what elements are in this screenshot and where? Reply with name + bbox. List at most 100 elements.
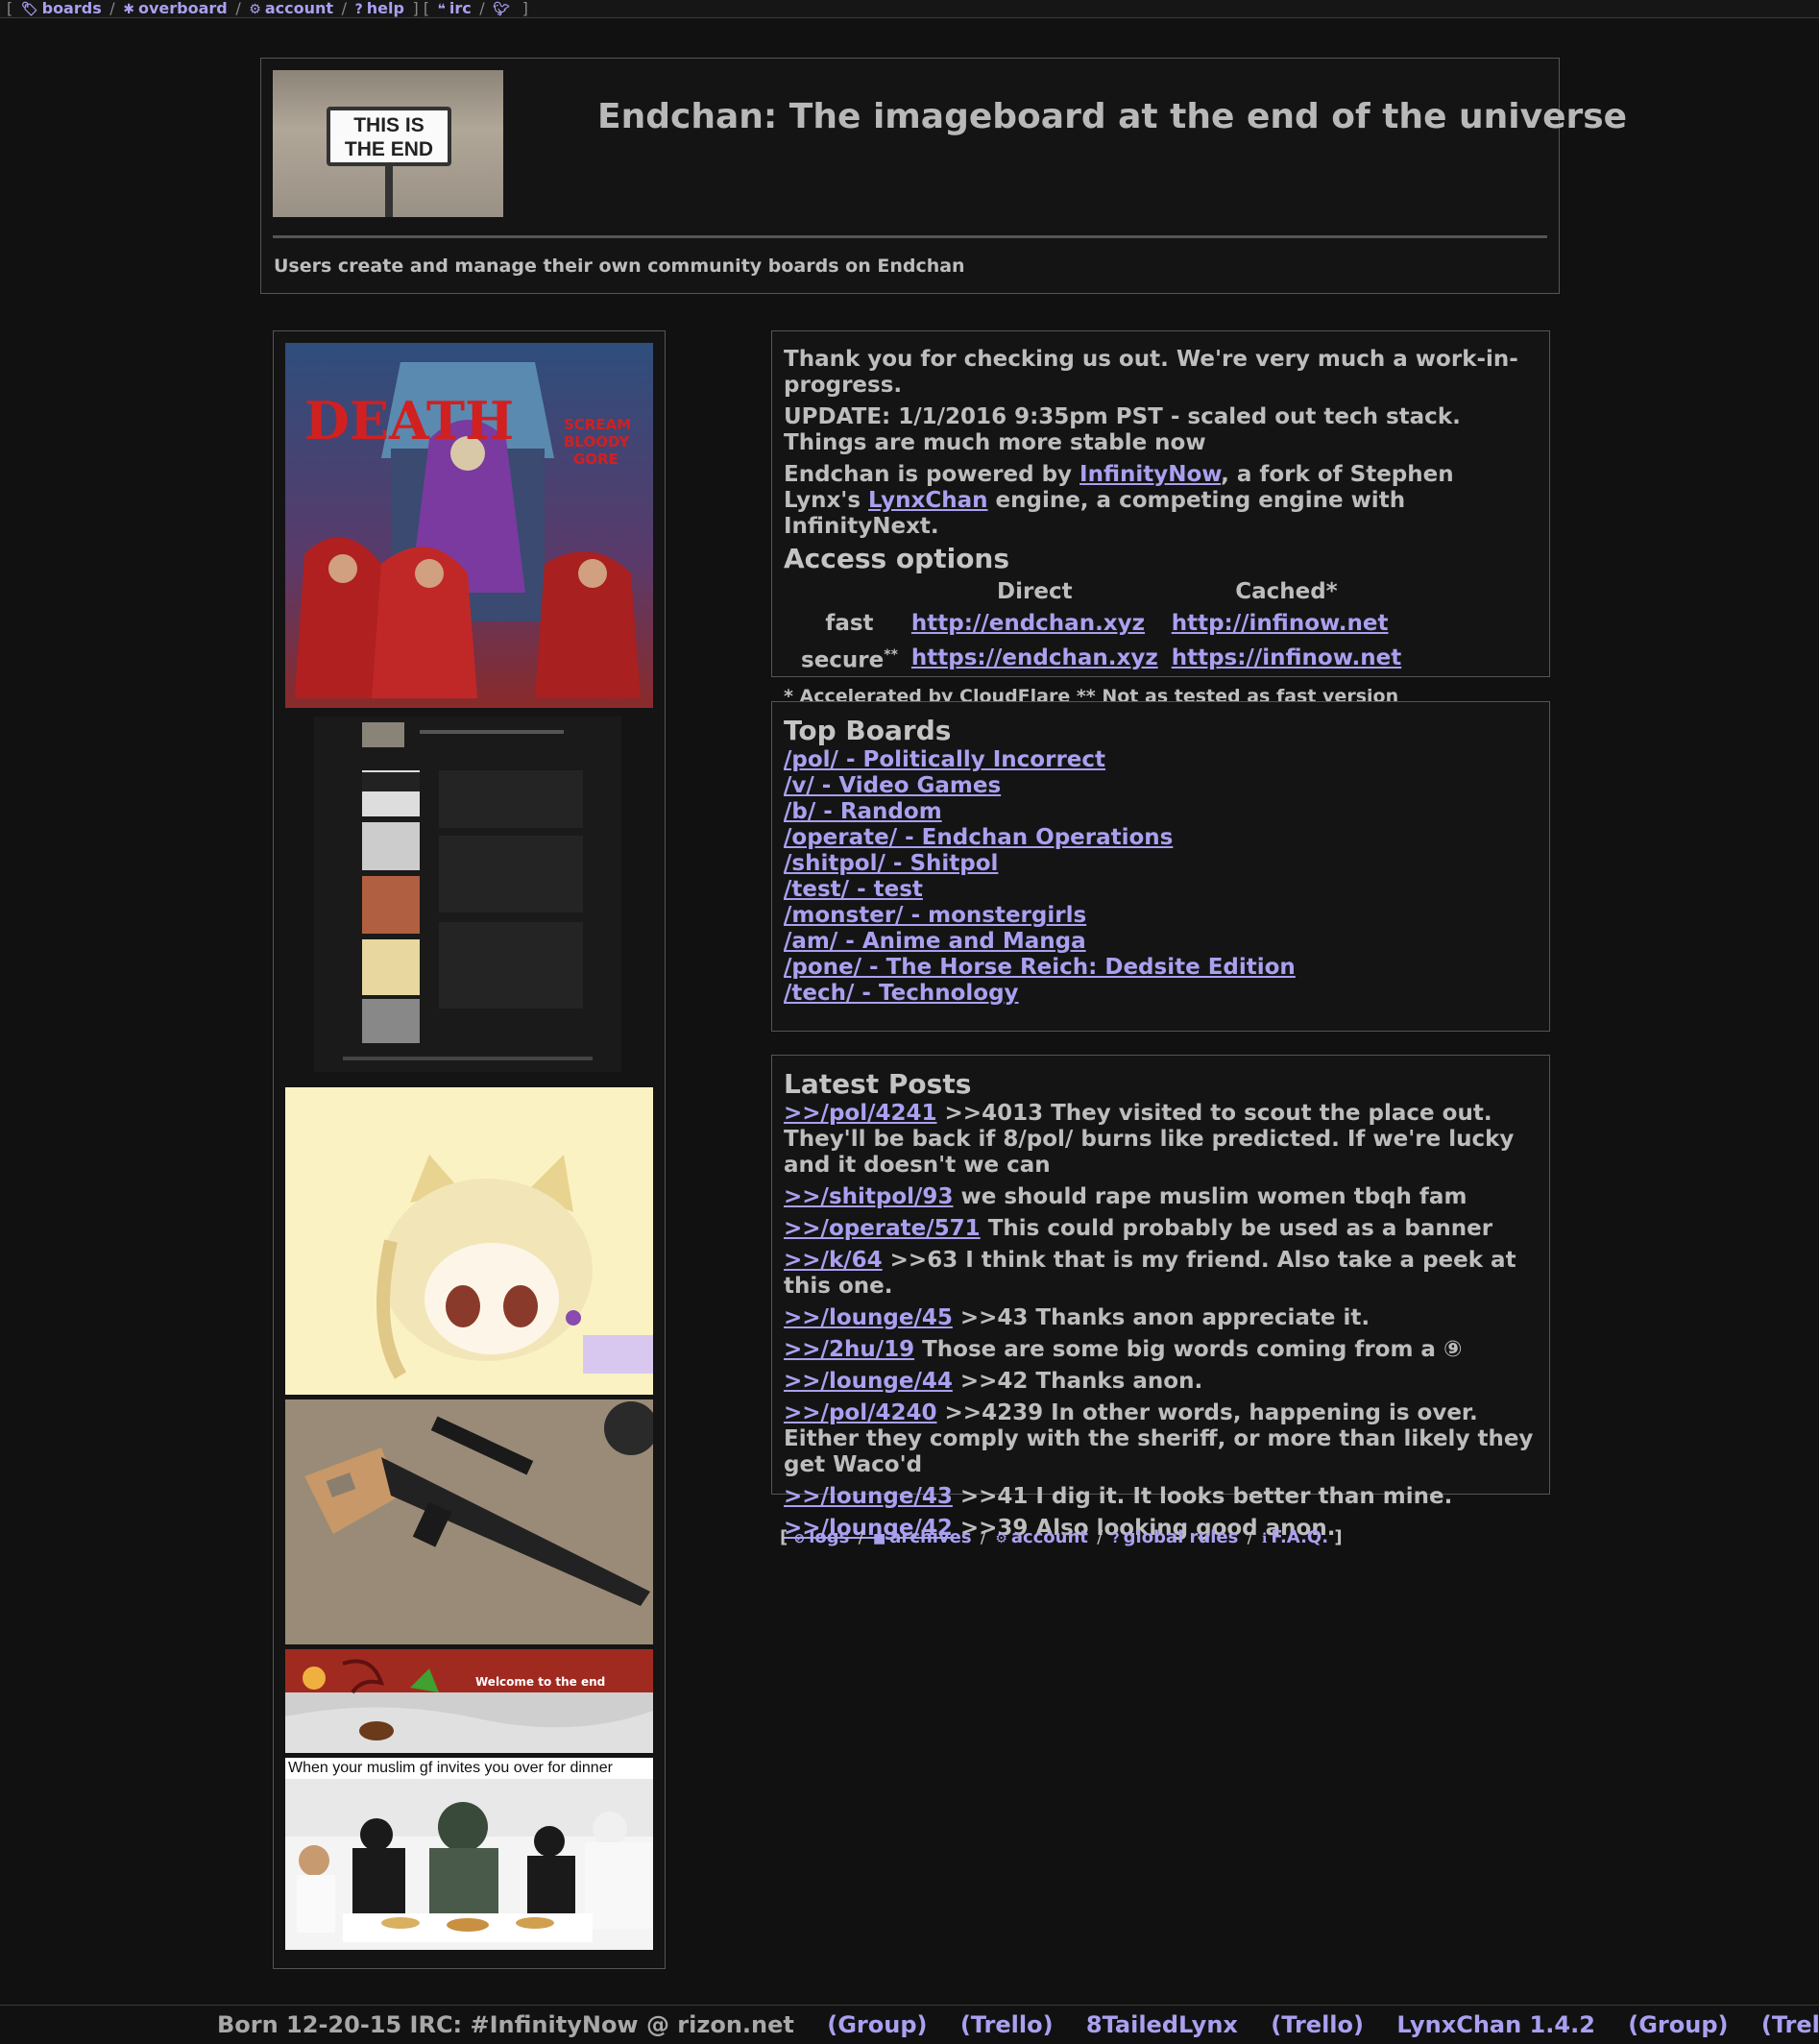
post-item: >>/pol/4240 >>4239 In other words, happe… bbox=[784, 1400, 1534, 1477]
svg-text:BLOODY: BLOODY bbox=[564, 433, 630, 450]
site-banner[interactable]: THIS IS THE END bbox=[273, 70, 503, 217]
ban-icon: ⊘ bbox=[793, 1531, 806, 1546]
footer-faq-link[interactable]: ℹ F.A.Q. bbox=[1262, 1527, 1328, 1547]
sign-post bbox=[385, 166, 393, 217]
question-icon: ? bbox=[1111, 1531, 1120, 1546]
thumbnail-welcome[interactable]: Welcome to the end bbox=[285, 1649, 653, 1753]
post-item: >>/2hu/19 Those are some big words comin… bbox=[784, 1337, 1463, 1362]
post-item: >>/lounge/44 >>42 Thanks anon. bbox=[784, 1369, 1203, 1394]
info-icon: ℹ bbox=[1261, 1531, 1268, 1546]
post-link[interactable]: >>/2hu/19 bbox=[784, 1337, 914, 1362]
board-link[interactable]: /tech/ - Technology bbox=[784, 981, 1538, 1007]
access-options-table: Direct Cached* fast http://endchan.xyz h… bbox=[791, 575, 1411, 678]
footer-account-link[interactable]: ⚙ account bbox=[995, 1527, 1088, 1547]
site-subtitle: Users create and manage their own commun… bbox=[274, 256, 965, 277]
post-item: >>/lounge/43 >>41 I dig it. It looks bet… bbox=[784, 1484, 1453, 1509]
post-link[interactable]: >>/k/64 bbox=[784, 1248, 883, 1273]
nav-boards-link[interactable]: 🏷 boards bbox=[21, 0, 102, 17]
board-link[interactable]: /v/ - Video Games bbox=[784, 773, 1538, 799]
bottom-group-link[interactable]: (Group) bbox=[1628, 2011, 1728, 2038]
top-boards-box: Top Boards /pol/ - Politically Incorrect… bbox=[771, 701, 1550, 1032]
lynxchan-link[interactable]: LynxChan bbox=[868, 488, 987, 513]
banner-sign: THIS IS THE END bbox=[327, 107, 451, 166]
fast-direct-link[interactable]: http://endchan.xyz bbox=[911, 611, 1145, 636]
infinitynow-link[interactable]: InfinityNow bbox=[1079, 462, 1221, 487]
thumbnail-anime[interactable] bbox=[285, 1087, 653, 1395]
info-update: UPDATE: 1/1/2016 9:35pm PST - scaled out… bbox=[784, 404, 1461, 455]
nav-help-link[interactable]: ? help bbox=[355, 0, 404, 17]
svg-text:DEATH: DEATH bbox=[304, 390, 514, 451]
site-header: THIS IS THE END Endchan: The imageboard … bbox=[260, 58, 1627, 294]
bottom-trello-link[interactable]: (Trello) bbox=[960, 2011, 1054, 2038]
row-secure: secure** bbox=[801, 647, 898, 673]
fast-cached-link[interactable]: http://infinow.net bbox=[1172, 611, 1389, 636]
secure-cached-link[interactable]: https://infinow.net bbox=[1172, 645, 1401, 670]
column-direct: Direct bbox=[997, 579, 1073, 604]
latest-posts-heading: Latest Posts bbox=[784, 1068, 972, 1100]
archive-icon: ■ bbox=[873, 1531, 886, 1546]
board-link[interactable]: /shitpol/ - Shitpol bbox=[784, 851, 1538, 877]
top-boards-heading: Top Boards bbox=[784, 715, 952, 746]
post-link[interactable]: >>/pol/4240 bbox=[784, 1400, 937, 1425]
gear-icon: ⚙ bbox=[249, 2, 261, 17]
welcome-caption: Welcome to the end bbox=[475, 1675, 605, 1689]
info-powered: Endchan is powered by InfinityNow, a for… bbox=[784, 462, 1454, 539]
nav-overboard-link[interactable]: ✱ overboard bbox=[123, 0, 227, 17]
footer-navigation: [ ⊘ logs / ■ archives / ⚙ account / ? global… bbox=[780, 1527, 1343, 1547]
footer-archives-link[interactable]: ■ archives bbox=[873, 1527, 972, 1547]
post-item: >>/pol/4241 >>4013 They visited to scout… bbox=[784, 1101, 1515, 1178]
board-link[interactable]: /am/ - Anime and Manga bbox=[784, 929, 1538, 955]
post-link[interactable]: >>/lounge/44 bbox=[784, 1369, 953, 1394]
nav-account-link[interactable]: ⚙ account bbox=[249, 0, 333, 17]
column-cached: Cached* bbox=[1235, 579, 1338, 604]
footer-rules-link[interactable]: ? global rules bbox=[1112, 1527, 1239, 1547]
thumbnail-site-screenshot[interactable] bbox=[285, 711, 653, 1076]
thumbnail-dinner-meme[interactable]: When your muslim gf invites you over for… bbox=[285, 1758, 653, 1950]
secure-direct-link[interactable]: https://endchan.xyz bbox=[911, 645, 1158, 670]
svg-text:GORE: GORE bbox=[573, 450, 618, 468]
question-icon: ? bbox=[354, 2, 363, 17]
post-link[interactable]: >>/operate/571 bbox=[784, 1216, 981, 1241]
asterisk-icon: ✱ bbox=[123, 2, 134, 17]
board-link[interactable]: /operate/ - Endchan Operations bbox=[784, 825, 1538, 851]
header-divider bbox=[273, 235, 1547, 238]
board-link[interactable]: /monster/ - monstergirls bbox=[784, 903, 1538, 929]
thumbnail-album-art[interactable]: DEATH SCREAM BLOODY GORE bbox=[285, 343, 653, 708]
nav-twitter-link[interactable]: 🐦︎ bbox=[493, 0, 514, 17]
top-navigation: [ 🏷 boards / ✱ overboard / ⚙ account / ? hel… bbox=[0, 0, 1819, 18]
site-title: Endchan: The imageboard at the end of th… bbox=[597, 97, 1628, 136]
post-link[interactable]: >>/pol/4241 bbox=[784, 1101, 937, 1126]
info-box: Thank you for checking us out. We're ver… bbox=[771, 330, 1550, 707]
post-item: >>/shitpol/93 we should rape muslim wome… bbox=[784, 1184, 1467, 1209]
nav-irc-link[interactable]: ❝ irc bbox=[438, 0, 472, 17]
tag-icon: 🏷 bbox=[20, 2, 38, 17]
bottom-lynxchan-link[interactable]: LynxChan 1.4.2 bbox=[1396, 2011, 1595, 2038]
post-link[interactable]: >>/lounge/45 bbox=[784, 1305, 953, 1330]
svg-text:SCREAM: SCREAM bbox=[564, 416, 631, 433]
gear-icon: ⚙ bbox=[995, 1531, 1007, 1546]
board-link[interactable]: /test/ - test bbox=[784, 877, 1538, 903]
footer-logs-link[interactable]: ⊘ logs bbox=[794, 1527, 850, 1547]
meme-caption: When your muslim gf invites you over for… bbox=[288, 1760, 613, 1776]
bottom-text: Born 12-20-15 IRC: #InfinityNow @ rizon.… bbox=[217, 2011, 794, 2038]
image-column: DEATH SCREAM BLOODY GORE Welcome to the … bbox=[273, 330, 666, 1969]
post-item: >>/lounge/45 >>43 Thanks anon appreciate… bbox=[784, 1305, 1370, 1330]
post-link[interactable]: >>/shitpol/93 bbox=[784, 1184, 953, 1209]
bottom-trello-link[interactable]: (Trello) bbox=[1271, 2011, 1364, 2038]
board-link[interactable]: /pone/ - The Horse Reich: Dedsite Editio… bbox=[784, 955, 1538, 981]
bottom-group-link[interactable]: (Group) bbox=[827, 2011, 927, 2038]
board-link[interactable]: /b/ - Random bbox=[784, 799, 1538, 825]
bottom-trello-link[interactable]: (Trello) bbox=[1761, 2011, 1819, 2038]
quote-icon: ❝ bbox=[437, 2, 446, 17]
row-fast: fast bbox=[825, 611, 874, 636]
latest-posts-box: Latest Posts >>/pol/4241 >>4013 They vis… bbox=[771, 1055, 1550, 1541]
bottom-8tailedlynx-link[interactable]: 8TailedLynx bbox=[1086, 2011, 1238, 2038]
bracket: [ bbox=[7, 0, 13, 17]
twitter-icon: 🐦︎ bbox=[493, 2, 511, 17]
board-link[interactable]: /pol/ - Politically Incorrect bbox=[784, 747, 1538, 773]
thumbnail-rifle[interactable] bbox=[285, 1399, 653, 1644]
post-link[interactable]: >>/lounge/43 bbox=[784, 1484, 953, 1509]
post-item: >>/operate/571 This could probably be us… bbox=[784, 1216, 1493, 1241]
post-item: >>/k/64 >>63 I think that is my friend. … bbox=[784, 1248, 1516, 1299]
info-line-1: Thank you for checking us out. We're ver… bbox=[784, 347, 1518, 398]
